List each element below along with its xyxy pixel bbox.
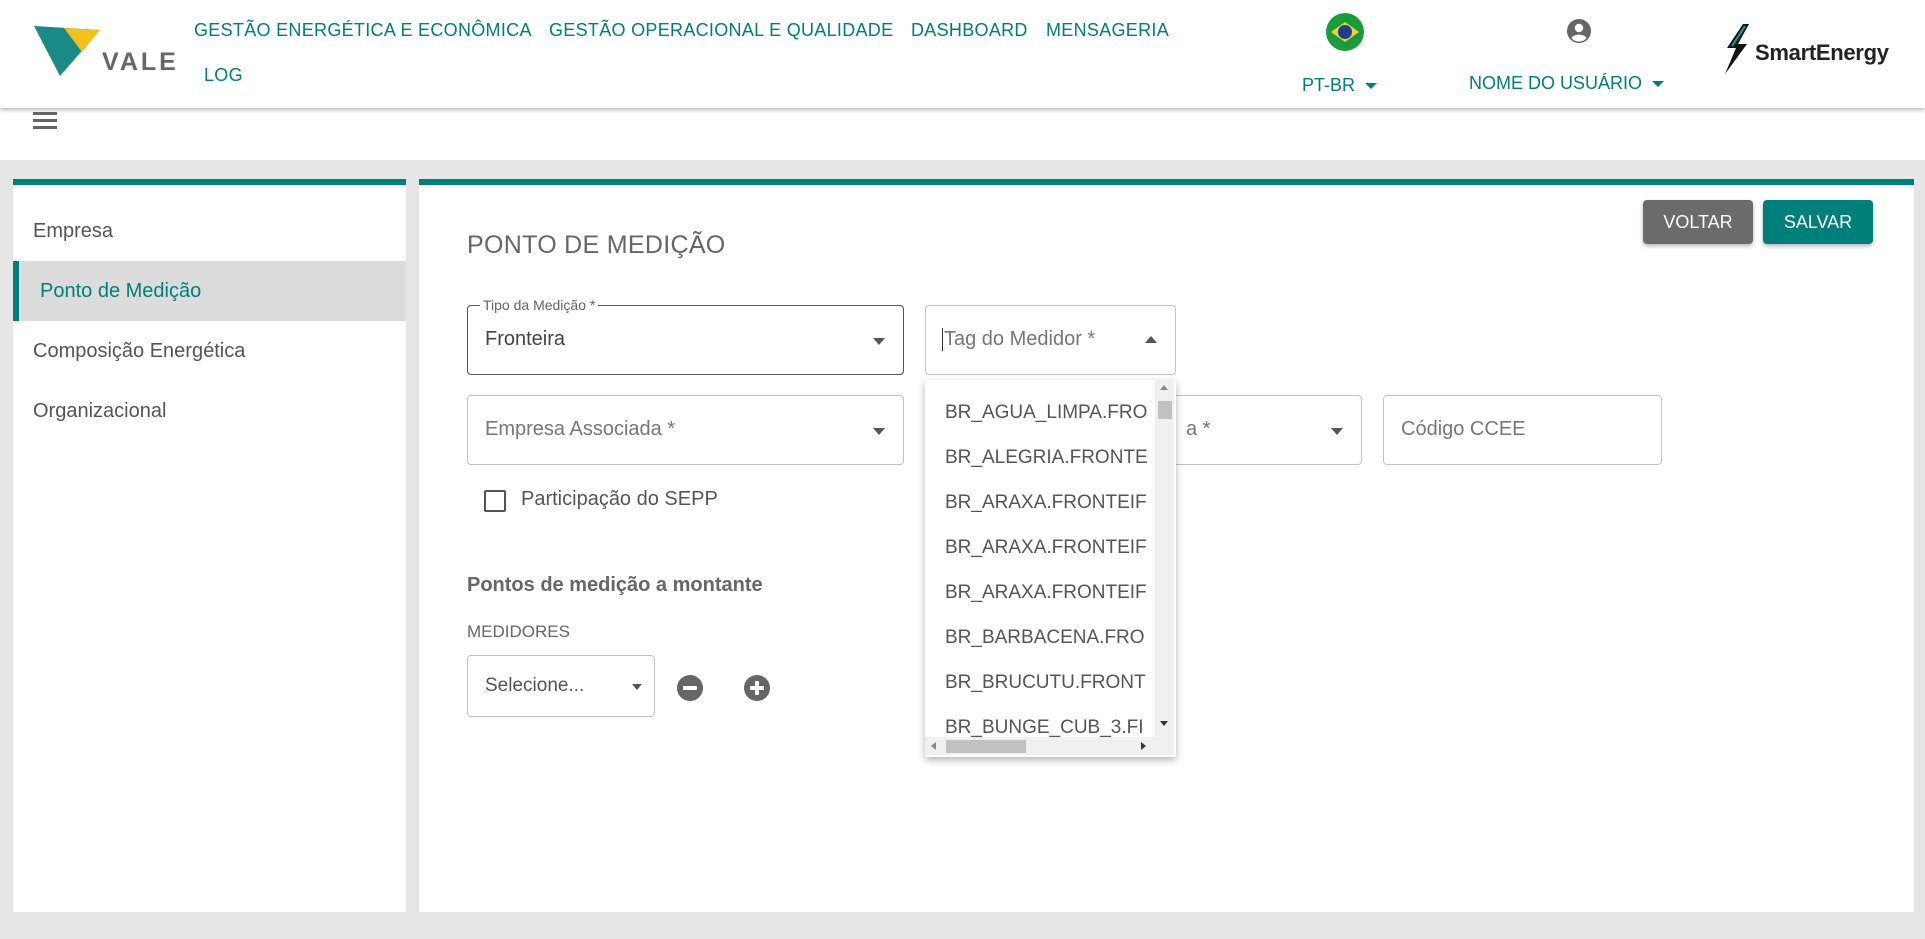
tag-option[interactable]: BR_BRUCUTU.FRONT [925, 660, 1157, 705]
chevron-down-icon [1652, 81, 1665, 88]
page-title: PONTO DE MEDIÇÃO [467, 231, 726, 259]
user-menu[interactable]: NOME DO USUÁRIO [1469, 73, 1665, 94]
horizontal-scrollbar[interactable] [925, 737, 1174, 755]
medidores-label: MEDIDORES [467, 622, 570, 641]
chevron-down-icon [1365, 83, 1378, 90]
chevron-down-icon [1331, 428, 1343, 435]
scroll-thumb[interactable] [946, 740, 1026, 753]
scroll-down-icon[interactable] [1160, 721, 1168, 726]
codigo-ccee-input[interactable]: Código CCEE [1383, 395, 1662, 465]
sidebar-item-empresa[interactable]: Empresa [13, 201, 406, 261]
tag-option[interactable]: BR_ARAXA.FRONTEIF [925, 480, 1157, 525]
account-circle-icon[interactable] [1566, 18, 1592, 44]
smartenergy-logo: SmartEnergy [1715, 20, 1895, 78]
empresa-associada-select[interactable]: Empresa Associada * [467, 395, 904, 465]
menu-icon[interactable] [33, 112, 57, 130]
tipo-medicao-select[interactable]: Tipo da Medição * Fronteira [467, 297, 904, 375]
empresa-associada-placeholder: Empresa Associada * [485, 418, 676, 440]
tipo-medicao-label: Tipo da Medição * [480, 297, 599, 313]
scroll-right-icon[interactable] [1141, 742, 1146, 750]
montante-section-title: Pontos de medição a montante [467, 574, 763, 596]
sidebar-item-organizacional[interactable]: Organizacional [13, 381, 406, 441]
vertical-scrollbar[interactable] [1155, 380, 1174, 737]
scroll-thumb[interactable] [1158, 401, 1172, 419]
vale-logo-text: VALE [102, 48, 179, 76]
nav-gestao-energetica[interactable]: GESTÃO ENERGÉTICA E ECONÔMICA [194, 20, 532, 41]
sepp-label: Participação do SEPP [521, 488, 718, 510]
tipo-medicao-value: Fronteira [485, 328, 566, 350]
sepp-checkbox[interactable] [484, 490, 506, 512]
tag-option[interactable]: BR_ALEGRIA.FRONTE [925, 435, 1157, 480]
sidebar: Empresa Ponto de Medição Composição Ener… [13, 179, 406, 912]
obscured-select-placeholder: a * [1186, 418, 1211, 440]
user-name-label: NOME DO USUÁRIO [1469, 73, 1643, 93]
medidores-select[interactable]: Selecione... [467, 655, 655, 717]
codigo-ccee-placeholder: Código CCEE [1401, 418, 1526, 440]
save-button[interactable]: SALVAR [1763, 200, 1873, 244]
nav-mensageria[interactable]: MENSAGERIA [1046, 20, 1169, 41]
add-medidor-icon[interactable] [744, 675, 770, 701]
tag-medidor-placeholder: Tag do Medidor * [942, 328, 1096, 351]
vale-v-mark-icon [34, 26, 100, 76]
language-label: PT-BR [1302, 75, 1356, 95]
back-button[interactable]: VOLTAR [1643, 200, 1753, 244]
chevron-down-icon [873, 428, 885, 435]
tag-medidor-dropdown: BR_AGUA_LIMPA.FRO BR_ALEGRIA.FRONTE BR_A… [925, 380, 1176, 757]
language-selector[interactable]: PT-BR [1302, 75, 1378, 96]
nav-log[interactable]: LOG [204, 65, 243, 86]
nav-dashboard[interactable]: DASHBOARD [911, 20, 1028, 41]
lightning-bolt-icon [1725, 24, 1749, 74]
medidores-select-placeholder: Selecione... [485, 675, 585, 696]
tag-option[interactable]: BR_AGUA_LIMPA.FRO [925, 390, 1157, 435]
tag-option[interactable]: BR_BARBACENA.FRO [925, 615, 1157, 660]
sub-toolbar [0, 108, 1925, 160]
chevron-down-icon [873, 338, 885, 345]
tag-option[interactable]: BR_ARAXA.FRONTEIF [925, 525, 1157, 570]
tag-option[interactable]: BR_BUNGE_CUB_3.FI [925, 705, 1157, 737]
scroll-left-icon[interactable] [931, 742, 936, 750]
top-header: VALE GESTÃO ENERGÉTICA E ECONÔMICA GESTÃ… [0, 0, 1925, 108]
nav-gestao-operacional[interactable]: GESTÃO OPERACIONAL E QUALIDADE [549, 20, 893, 41]
vale-logo[interactable]: VALE [34, 26, 176, 78]
smartenergy-text: SmartEnergy [1755, 40, 1889, 65]
scroll-up-icon[interactable] [1160, 385, 1168, 390]
sidebar-item-ponto-de-medicao[interactable]: Ponto de Medição [13, 261, 406, 321]
tag-option[interactable]: BR_ARAXA.FRONTEIF [925, 570, 1157, 615]
tag-medidor-input[interactable]: Tag do Medidor * [925, 305, 1176, 375]
chevron-up-icon [1145, 336, 1157, 343]
chevron-down-icon [632, 684, 642, 690]
remove-medidor-icon[interactable] [677, 675, 703, 701]
sidebar-item-composicao-energetica[interactable]: Composição Energética [13, 321, 406, 381]
brazil-flag-icon[interactable] [1326, 13, 1364, 51]
